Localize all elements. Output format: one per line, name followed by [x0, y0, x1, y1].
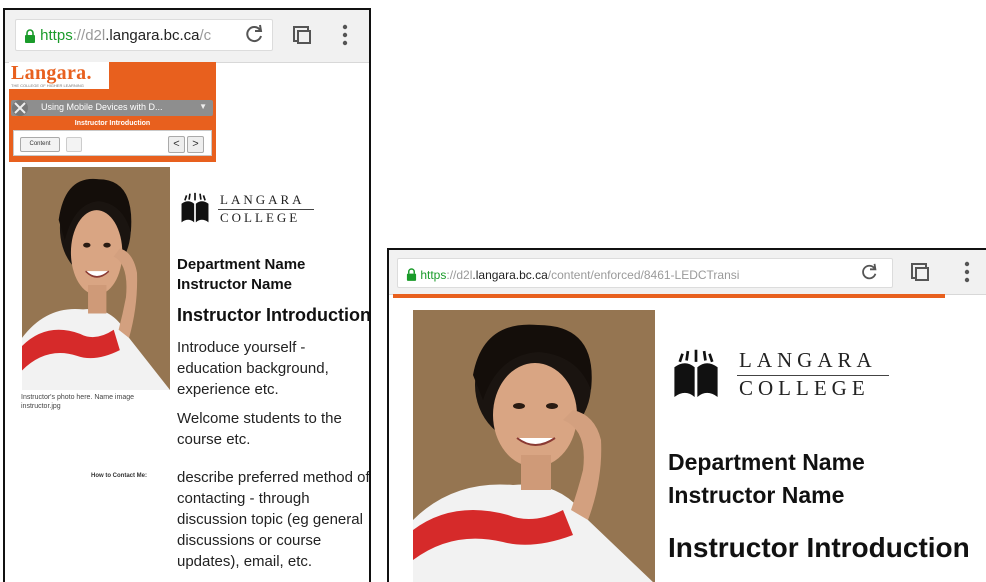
lock-icon — [24, 29, 36, 44]
page-heading: Instructor Introduction — [177, 305, 371, 325]
menu-icon[interactable] — [341, 24, 349, 46]
instructor-name: Instructor Name — [668, 482, 845, 508]
contact-label: How to Contact Me: — [91, 473, 147, 479]
module-title: Instructor Introduction — [74, 120, 151, 127]
tools-icon — [11, 99, 37, 122]
url-path: /content/enforced/8461-LEDCTransi — [547, 267, 740, 282]
tabs-icon[interactable] — [291, 24, 313, 46]
url-host-prefix: d2l — [85, 27, 106, 45]
address-bar[interactable]: https://d2l.langara.bc.ca/c — [15, 19, 273, 51]
department-name: Department Name — [668, 449, 865, 475]
contact-paragraph: describe preferred method of contacting … — [177, 469, 370, 570]
chevron-down-icon: ▼ — [199, 102, 207, 111]
address-bar[interactable]: https://d2l.langara.bc.ca/content/enforc… — [397, 258, 893, 288]
welcome-paragraph: Welcome students to the course etc. — [177, 410, 342, 448]
book-logo-icon — [178, 192, 212, 224]
instructor-photo — [413, 310, 655, 582]
lms-header: Langara. THE COLLEGE OF HIGHER LEARNING … — [9, 62, 216, 162]
phone-screenshot-landscape: https://d2l.langara.bc.ca/content/enforc… — [387, 248, 986, 582]
lock-icon — [406, 268, 417, 282]
course-name: Using Mobile Devices with D... — [41, 102, 163, 112]
langara-logo[interactable]: Langara. THE COLLEGE OF HIGHER LEARNING — [9, 62, 109, 89]
brand-name-bottom: COLLEGE — [220, 210, 301, 225]
reload-icon[interactable] — [861, 263, 879, 281]
menu-icon[interactable] — [963, 261, 971, 283]
photo-caption: Instructor's photo here. Name image inst… — [21, 394, 135, 410]
url-path: /c — [199, 27, 212, 45]
tabs-icon[interactable] — [909, 261, 931, 283]
logo-tagline: THE COLLEGE OF HIGHER LEARNING — [11, 83, 84, 88]
url-protocol: https — [420, 267, 447, 282]
url-host: .langara.bc.ca — [472, 267, 548, 282]
intro-paragraph: Introduce yourself - education backgroun… — [177, 339, 329, 398]
bookmark-button[interactable] — [66, 137, 82, 152]
course-selector[interactable]: Using Mobile Devices with D... ▼ — [11, 100, 213, 116]
url-protocol: https — [40, 27, 73, 45]
browser-toolbar: https://d2l.langara.bc.ca/c — [5, 10, 369, 63]
langara-college-logo: LANGARA COLLEGE — [669, 348, 889, 408]
instructor-name: Instructor Name — [177, 276, 293, 293]
department-name: Department Name — [177, 256, 306, 273]
url-host-prefix: d2l — [456, 267, 473, 282]
brand-name-top: LANGARA — [220, 192, 305, 207]
url-host: .langara.bc.ca — [105, 27, 200, 45]
langara-college-logo: LANGARA COLLEGE — [178, 192, 318, 232]
logo-text: Langara. — [11, 62, 92, 84]
brand-name-top: LANGARA — [739, 348, 877, 372]
phone-screenshot-portrait: https://d2l.langara.bc.ca/c Langara. THE… — [3, 8, 371, 582]
instructor-photo — [22, 167, 170, 390]
topic-navigation: Content < > — [13, 130, 212, 156]
url-separator: :// — [72, 27, 86, 45]
reload-icon[interactable] — [245, 24, 265, 44]
page-heading: Instructor Introduction — [668, 532, 970, 563]
book-logo-icon — [669, 348, 723, 400]
url-separator: :// — [446, 267, 457, 282]
next-topic-button[interactable]: > — [187, 136, 204, 153]
content-button[interactable]: Content — [20, 137, 60, 152]
brand-name-bottom: COLLEGE — [739, 376, 870, 400]
previous-topic-button[interactable]: < — [168, 136, 185, 153]
page-load-bar — [393, 294, 945, 298]
browser-toolbar: https://d2l.langara.bc.ca/content/enforc… — [389, 250, 986, 295]
